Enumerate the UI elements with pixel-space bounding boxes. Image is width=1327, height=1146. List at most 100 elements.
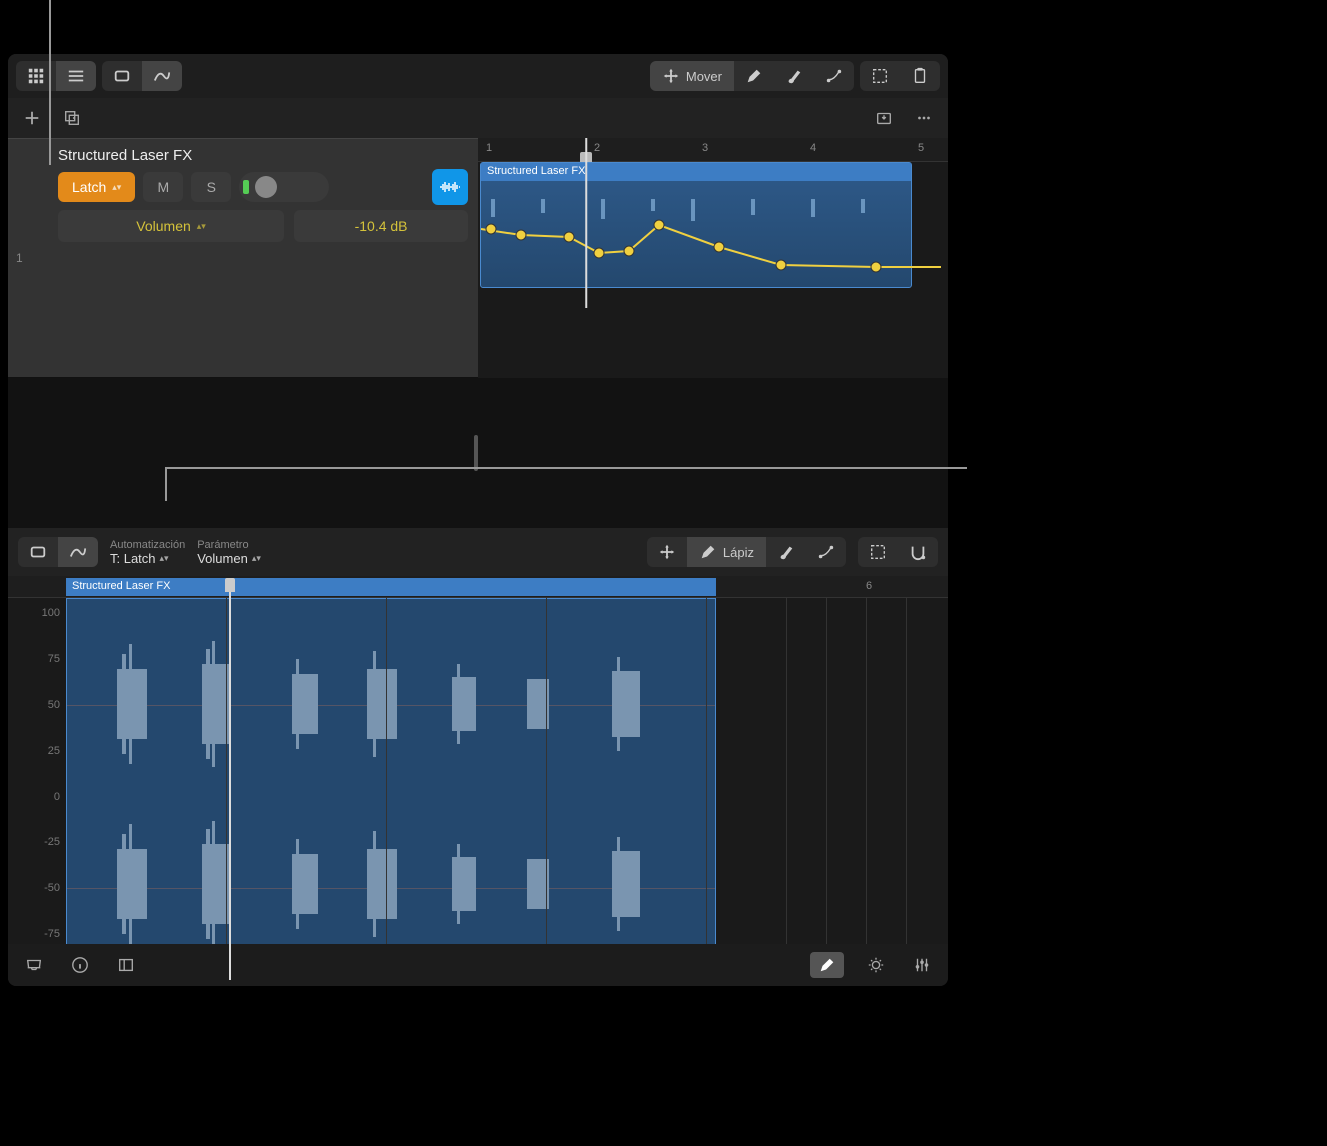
inbox-button[interactable] <box>870 104 898 132</box>
panel-toggle-button[interactable] <box>112 956 140 974</box>
more-icon <box>915 109 933 127</box>
chevron-updown-icon: ▴▾ <box>112 185 121 190</box>
snap-icon <box>909 543 927 561</box>
move-tool-button[interactable]: Mover <box>650 61 734 91</box>
editor-snap-button[interactable] <box>898 537 938 567</box>
vertical-splitter-handle[interactable] <box>474 435 478 471</box>
automation-point[interactable] <box>654 220 664 230</box>
editor-pencil-tool-button[interactable]: Lápiz <box>687 537 766 567</box>
editor-playhead-line <box>229 578 231 980</box>
top-toolbar: Mover <box>8 54 948 98</box>
grid-line <box>786 598 787 980</box>
automation-point[interactable] <box>486 224 496 234</box>
chevron-updown-icon: ▴▾ <box>197 224 206 229</box>
app-window: Mover <box>8 54 948 986</box>
more-options-button[interactable] <box>910 104 938 132</box>
track-type-icon-button[interactable] <box>432 169 468 205</box>
editor-playhead-marker[interactable] <box>225 578 235 592</box>
brush-tool-button[interactable] <box>774 61 814 91</box>
grid-line <box>906 598 907 980</box>
clipboard-button[interactable] <box>900 61 940 91</box>
ruler-tick: 4 <box>810 142 816 154</box>
parameter-caption: Parámetro <box>197 539 261 551</box>
mute-button[interactable]: M <box>143 172 183 202</box>
parameter-menu[interactable]: Parámetro Volumen ▴▾ <box>197 539 261 566</box>
parameter-value: Volumen <box>197 551 248 566</box>
move-tool-label: Mover <box>686 69 722 84</box>
automation-mode-button[interactable]: Latch ▴▾ <box>58 172 135 202</box>
marquee-button[interactable] <box>860 61 900 91</box>
ruler-tick: 5 <box>918 142 924 154</box>
volume-slider[interactable] <box>239 172 329 202</box>
automation-point[interactable] <box>624 246 634 256</box>
automation-point[interactable] <box>516 230 526 240</box>
editor-curve-tool-button[interactable] <box>806 537 846 567</box>
axis-tick: 0 <box>54 791 60 803</box>
automation-point[interactable] <box>776 260 786 270</box>
region-view-button[interactable] <box>102 61 142 91</box>
editor-toolbar: Automatización T: Latch ▴▾ Parámetro Vol… <box>8 528 948 576</box>
grid-line <box>706 598 707 980</box>
curve-tool-button[interactable] <box>814 61 854 91</box>
callout-line-vertical-mid <box>165 467 167 501</box>
inbox-button[interactable] <box>20 956 48 974</box>
duplicate-icon <box>63 109 81 127</box>
mixer-button[interactable] <box>908 956 936 974</box>
automation-point[interactable] <box>714 242 724 252</box>
track-header[interactable]: 1 Structured Laser FX Latch ▴▾ M S <box>8 138 478 378</box>
splitter-area <box>8 378 948 528</box>
automation-mode-menu[interactable]: Automatización T: Latch ▴▾ <box>110 539 185 566</box>
callout-line-horizontal <box>165 467 967 469</box>
grid-line <box>386 598 387 980</box>
selection-group <box>860 61 940 91</box>
pencil-icon <box>818 956 836 974</box>
mixer-icon <box>913 956 931 974</box>
amplitude-axis: 100 75 50 25 0 -25 -50 -75 -100 <box>8 598 66 980</box>
add-track-button[interactable] <box>18 104 46 132</box>
chevron-updown-icon: ▴▾ <box>252 556 261 561</box>
automation-line <box>481 225 941 267</box>
automation-view-button[interactable] <box>142 61 182 91</box>
editor-automation-view-button[interactable] <box>58 537 98 567</box>
axis-tick: -25 <box>44 836 60 848</box>
region-icon <box>113 67 131 85</box>
info-button[interactable] <box>66 956 94 974</box>
list-view-button[interactable] <box>56 61 96 91</box>
marquee-icon <box>869 543 887 561</box>
arrange-timeline[interactable]: 1 2 3 4 5 Structured Laser FX <box>478 138 948 378</box>
edit-tool-group: Mover <box>650 61 854 91</box>
slider-knob[interactable] <box>255 176 277 198</box>
brightness-button[interactable] <box>862 956 890 974</box>
track-number: 1 <box>16 251 23 265</box>
parameter-value-label: -10.4 dB <box>355 218 408 234</box>
marquee-icon <box>871 67 889 85</box>
automation-value-display[interactable]: -10.4 dB <box>294 210 468 242</box>
editor-region[interactable] <box>66 598 716 980</box>
duplicate-track-button[interactable] <box>58 104 86 132</box>
add-icon <box>23 109 41 127</box>
ruler-tick: 6 <box>866 580 872 592</box>
callout-line-vertical-top <box>49 0 51 165</box>
meter-indicator <box>243 180 249 194</box>
audio-editor-area: 100 75 50 25 0 -25 -50 -75 -100 Structur… <box>8 598 948 980</box>
solo-button[interactable]: S <box>191 172 231 202</box>
automation-lane[interactable] <box>481 181 941 291</box>
editor-region-view-button[interactable] <box>18 537 58 567</box>
pencil-tool-button[interactable] <box>734 61 774 91</box>
editor-tool-group: Lápiz <box>647 537 846 567</box>
audio-region[interactable]: Structured Laser FX <box>480 162 912 288</box>
automation-point[interactable] <box>871 262 881 272</box>
edit-mode-button[interactable] <box>810 952 844 978</box>
editor-region-name: Structured Laser FX <box>66 578 716 596</box>
automation-parameter-select[interactable]: Volumen ▴▾ <box>58 210 284 242</box>
grid-icon <box>27 67 45 85</box>
arrange-ruler[interactable]: 1 2 3 4 5 <box>478 138 948 162</box>
bottom-toolbar <box>8 944 948 986</box>
editor-move-tool-button[interactable] <box>647 537 687 567</box>
axis-tick: 50 <box>48 699 60 711</box>
automation-point[interactable] <box>564 232 574 242</box>
editor-brush-tool-button[interactable] <box>766 537 806 567</box>
waveform-canvas[interactable]: Structured Laser FX <box>66 598 948 980</box>
automation-point[interactable] <box>594 248 604 258</box>
editor-marquee-button[interactable] <box>858 537 898 567</box>
